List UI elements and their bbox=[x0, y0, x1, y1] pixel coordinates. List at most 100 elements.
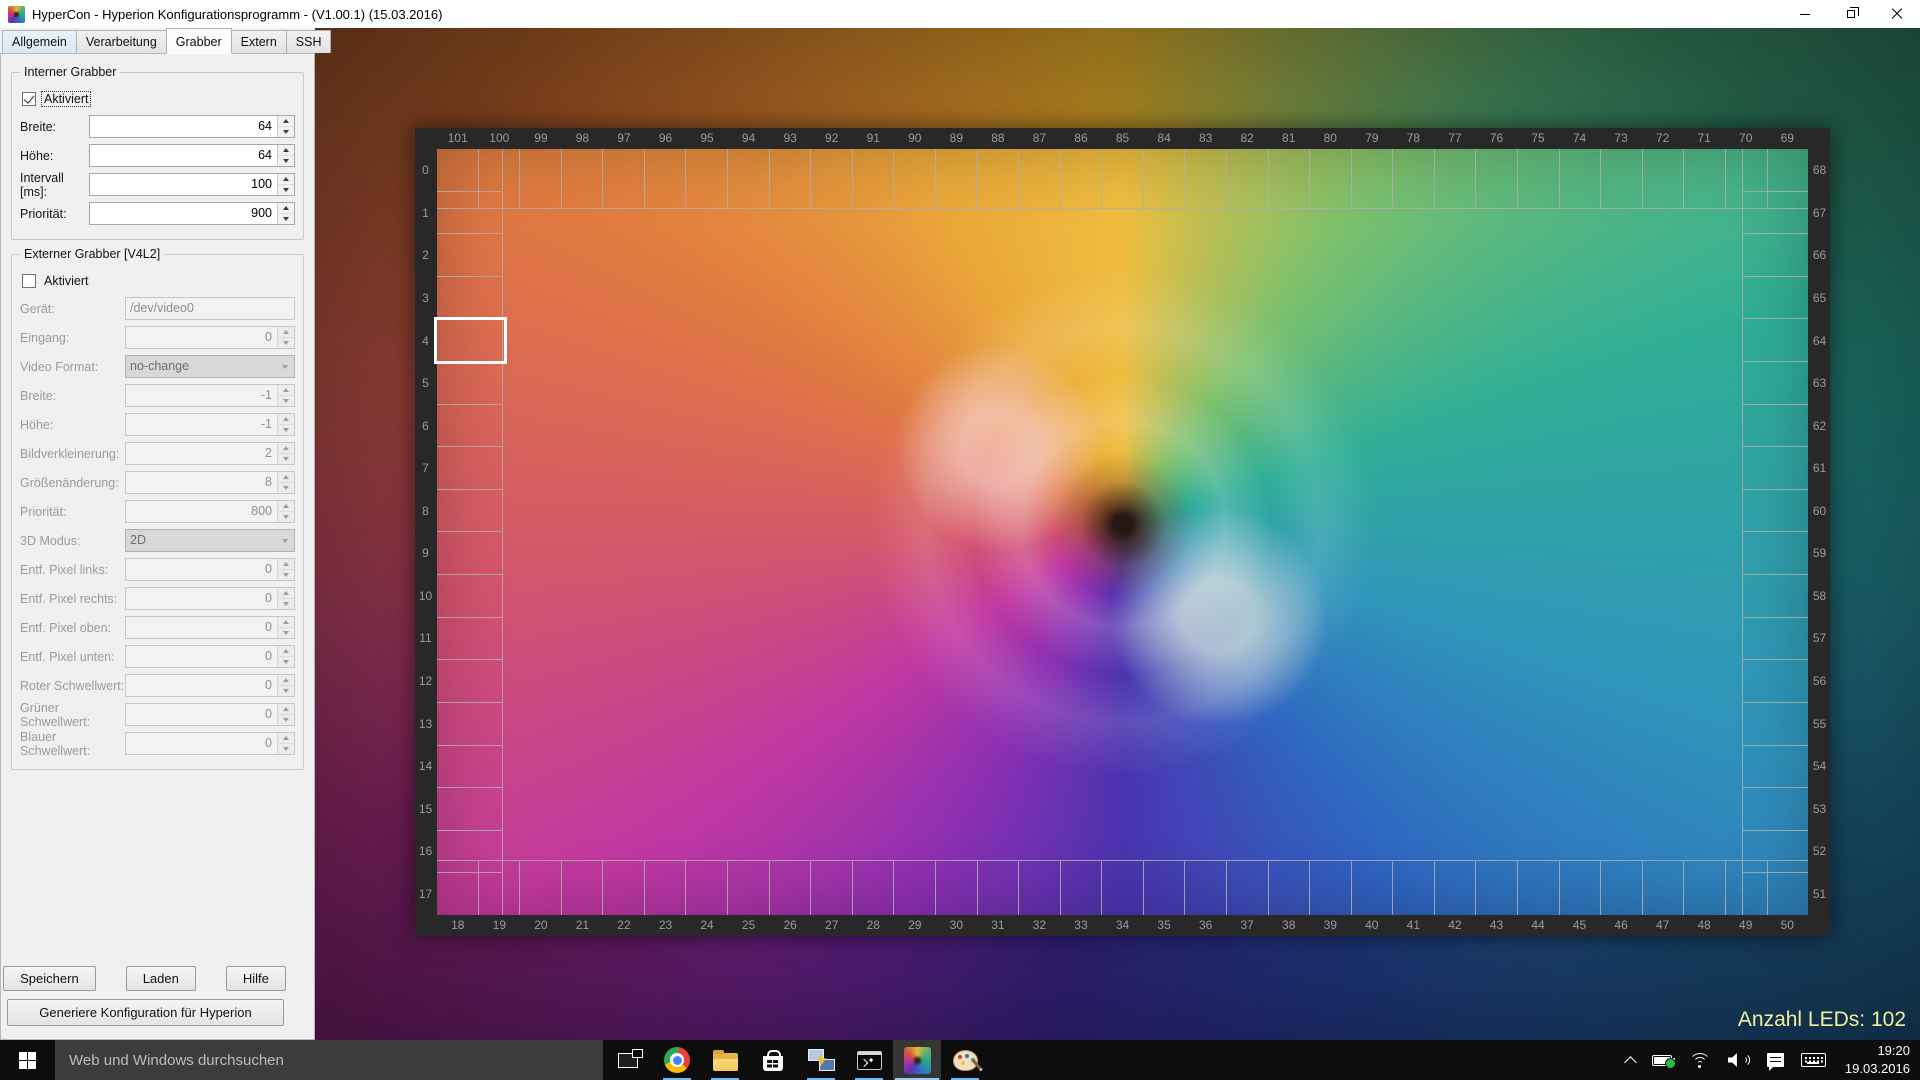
led-cell bbox=[1310, 149, 1352, 208]
field-row-priorit-t: Priorität:800 bbox=[20, 500, 295, 523]
tab-grabber[interactable]: Grabber bbox=[166, 28, 232, 54]
led-cell bbox=[437, 490, 502, 533]
led-cell bbox=[437, 362, 502, 405]
arrow-up-icon bbox=[283, 649, 289, 653]
led-cell bbox=[978, 149, 1020, 208]
led-number: 35 bbox=[1143, 916, 1185, 935]
spin-down-button[interactable] bbox=[278, 214, 294, 224]
taskbar-clock[interactable]: 19:20 19.03.2016 bbox=[1843, 1042, 1910, 1078]
generate-config-button[interactable]: Generiere Konfiguration für Hyperion bbox=[7, 999, 284, 1026]
arrow-up-icon bbox=[283, 504, 289, 508]
spin-up-button[interactable] bbox=[278, 203, 294, 214]
wifi-icon[interactable] bbox=[1689, 1052, 1711, 1069]
tab-ssh[interactable]: SSH bbox=[286, 30, 332, 53]
taskbar-app-file-explorer[interactable] bbox=[701, 1040, 749, 1080]
led-number: 13 bbox=[415, 702, 436, 745]
led-number: 89 bbox=[936, 129, 978, 148]
laden-button[interactable]: Laden bbox=[126, 966, 196, 991]
taskbar-search-box[interactable]: Web und Windows durchsuchen bbox=[55, 1040, 603, 1080]
led-cell bbox=[520, 861, 562, 915]
volume-icon[interactable] bbox=[1728, 1052, 1750, 1069]
taskbar-app-chrome[interactable] bbox=[653, 1040, 701, 1080]
entf-pixel-links-input: 0 bbox=[125, 558, 295, 581]
field-row-gr-en-nderung: Größenänderung:8 bbox=[20, 471, 295, 494]
taskbar-app-store[interactable] bbox=[749, 1040, 797, 1080]
arrow-down-icon bbox=[282, 539, 288, 543]
restore-button[interactable] bbox=[1828, 0, 1874, 28]
arrow-down-icon bbox=[283, 602, 289, 606]
led-cell bbox=[1269, 861, 1311, 915]
led-number: 94 bbox=[728, 129, 770, 148]
spin-up-button bbox=[278, 472, 294, 483]
led-number: 16 bbox=[415, 830, 436, 873]
action-center-icon[interactable] bbox=[1767, 1053, 1784, 1067]
arrow-up-icon bbox=[283, 475, 289, 479]
led-cell bbox=[1643, 149, 1685, 208]
arrow-down-icon bbox=[282, 365, 288, 369]
tab-extern[interactable]: Extern bbox=[231, 30, 287, 53]
arrow-up-icon bbox=[283, 446, 289, 450]
spin-up-button[interactable] bbox=[278, 145, 294, 156]
hilfe-button[interactable]: Hilfe bbox=[226, 966, 286, 991]
led-cell bbox=[1227, 149, 1269, 208]
led-number: 50 bbox=[1767, 916, 1809, 935]
led-number: 25 bbox=[728, 916, 770, 935]
spin-down-button[interactable] bbox=[278, 156, 294, 166]
arrow-down-icon bbox=[283, 689, 289, 693]
spinner-buttons bbox=[277, 327, 294, 348]
breite-input[interactable]: 64 bbox=[89, 115, 295, 138]
tab-verarbeitung[interactable]: Verarbeitung bbox=[76, 30, 167, 53]
spin-up-button[interactable] bbox=[278, 116, 294, 127]
h-he-input[interactable]: 64 bbox=[89, 144, 295, 167]
led-number: 91 bbox=[852, 129, 894, 148]
led-number: 43 bbox=[1476, 916, 1518, 935]
battery-icon[interactable] bbox=[1652, 1055, 1672, 1066]
h-he-input: -1 bbox=[125, 413, 295, 436]
chevron-up-icon[interactable] bbox=[1626, 1054, 1635, 1067]
field-label: Priorität: bbox=[20, 505, 125, 519]
spinner-buttons bbox=[277, 385, 294, 406]
touch-keyboard-icon[interactable] bbox=[1801, 1053, 1826, 1067]
arrow-down-icon bbox=[283, 515, 289, 519]
external-aktiviert-checkbox[interactable] bbox=[22, 274, 36, 288]
taskbar-app-command-prompt[interactable] bbox=[845, 1040, 893, 1080]
eingang-input: 0 bbox=[125, 326, 295, 349]
field-value: 800 bbox=[126, 501, 277, 522]
led-cell bbox=[437, 192, 502, 235]
led-cell bbox=[1743, 405, 1808, 448]
spin-up-button[interactable] bbox=[278, 174, 294, 185]
intervall-ms-input[interactable]: 100 bbox=[89, 173, 295, 196]
arrow-down-icon bbox=[283, 457, 289, 461]
led-number: 9 bbox=[415, 532, 436, 575]
taskbar-app-paint[interactable] bbox=[941, 1040, 989, 1080]
led-number: 27 bbox=[811, 916, 853, 935]
field-row-bildverkleinerung: Bildverkleinerung:2 bbox=[20, 442, 295, 465]
taskbar-app-remote-connection[interactable] bbox=[797, 1040, 845, 1080]
arrow-down-icon bbox=[283, 188, 289, 192]
internal-aktiviert-checkbox[interactable] bbox=[22, 92, 36, 106]
close-button[interactable] bbox=[1874, 0, 1920, 28]
led-number: 33 bbox=[1060, 916, 1102, 935]
led-number: 34 bbox=[1102, 916, 1144, 935]
led-number: 58 bbox=[1809, 575, 1830, 618]
spin-down-button[interactable] bbox=[278, 127, 294, 137]
spinner-buttons bbox=[277, 733, 294, 754]
tab-allgemein[interactable]: Allgemein bbox=[2, 30, 77, 53]
spin-down-button bbox=[278, 454, 294, 464]
task-view-button[interactable] bbox=[603, 1040, 653, 1080]
led-numbers-left: 01234567891011121314151617 bbox=[415, 149, 436, 915]
led-cell bbox=[936, 149, 978, 208]
speichern-button[interactable]: Speichern bbox=[3, 966, 96, 991]
priorit-t-input[interactable]: 900 bbox=[89, 202, 295, 225]
led-number: 21 bbox=[562, 916, 604, 935]
led-cell bbox=[1743, 703, 1808, 746]
start-button[interactable] bbox=[0, 1040, 55, 1080]
led-number: 72 bbox=[1642, 129, 1684, 148]
led-cell bbox=[1743, 319, 1808, 362]
taskbar-app-hypercon[interactable] bbox=[893, 1040, 941, 1080]
led-number: 41 bbox=[1393, 916, 1435, 935]
field-row-h-he: Höhe:-1 bbox=[20, 413, 295, 436]
minimize-button[interactable] bbox=[1782, 0, 1828, 28]
lightning-icon bbox=[817, 1053, 827, 1067]
spin-down-button[interactable] bbox=[278, 185, 294, 195]
